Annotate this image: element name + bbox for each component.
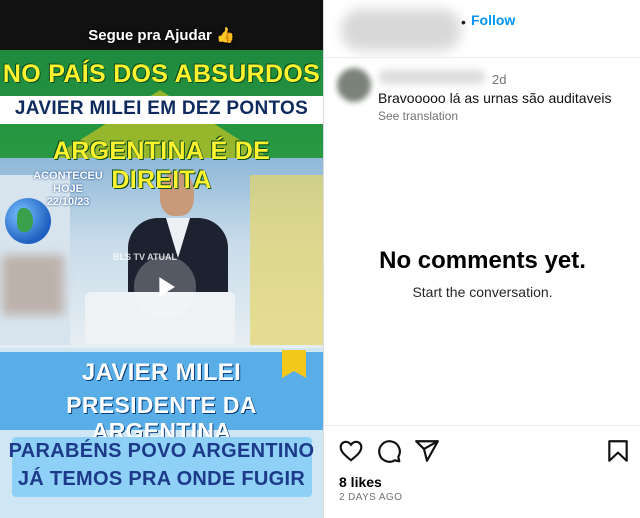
see-translation-link[interactable]: See translation xyxy=(378,109,458,123)
commenter-username[interactable] xyxy=(379,70,485,84)
comments-panel: • Follow 2d Bravooooo lá as urnas são au… xyxy=(323,0,640,518)
author-blurred[interactable] xyxy=(341,9,461,51)
share-button[interactable] xyxy=(414,438,440,464)
comment-item: 2d Bravooooo lá as urnas são auditaveis … xyxy=(324,60,640,130)
bookmark-icon xyxy=(608,440,628,462)
play-button[interactable] xyxy=(134,256,196,318)
lower-third-name: JAVIER MILEI xyxy=(81,359,242,386)
action-bar: 8 likes 2 DAYS AGO xyxy=(324,425,640,518)
lower-message-1: PARABÉNS POVO ARGENTINO xyxy=(8,440,315,462)
separator-dot: • xyxy=(461,14,466,30)
share-icon xyxy=(415,440,439,462)
lower-message-2: JÁ TEMOS PRA ONDE FUGIR xyxy=(17,468,306,490)
like-count[interactable]: 8 likes xyxy=(339,474,382,490)
play-icon xyxy=(159,277,175,297)
follow-button[interactable]: Follow xyxy=(471,12,515,28)
headline-dez-pontos: JAVIER MILEI EM DEZ PONTOS xyxy=(14,98,309,119)
empty-state-title: No comments yet. xyxy=(379,247,586,274)
comment-text: Bravooooo lá as urnas são auditaveis xyxy=(378,90,612,106)
heart-icon xyxy=(339,440,363,462)
commenter-avatar[interactable] xyxy=(337,68,371,102)
video-player[interactable]: Segue pra Ajudar 👍 BLS TV ATUAL NO PAÍS … xyxy=(0,0,323,518)
headline-absurdos: NO PAÍS DOS ABSURDOS xyxy=(2,60,321,88)
empty-state-subtitle: Start the conversation. xyxy=(412,284,553,300)
date-stamp: ACONTECEU HOJE 22/10/23 xyxy=(22,170,114,209)
post-header: • Follow xyxy=(324,0,640,58)
date-label: ACONTECEU HOJE xyxy=(33,170,103,195)
comment-timestamp: 2d xyxy=(492,72,507,87)
like-button[interactable] xyxy=(338,438,364,464)
video-top-caption: Segue pra Ajudar 👍 xyxy=(88,27,235,44)
save-button[interactable] xyxy=(605,438,631,464)
post-age: 2 DAYS AGO xyxy=(339,492,403,503)
comment-icon xyxy=(378,440,401,463)
blurred-thumbnail xyxy=(2,255,64,315)
studio-panel-right xyxy=(250,175,323,345)
date-value: 22/10/23 xyxy=(46,196,90,208)
comment-button[interactable] xyxy=(376,438,402,464)
